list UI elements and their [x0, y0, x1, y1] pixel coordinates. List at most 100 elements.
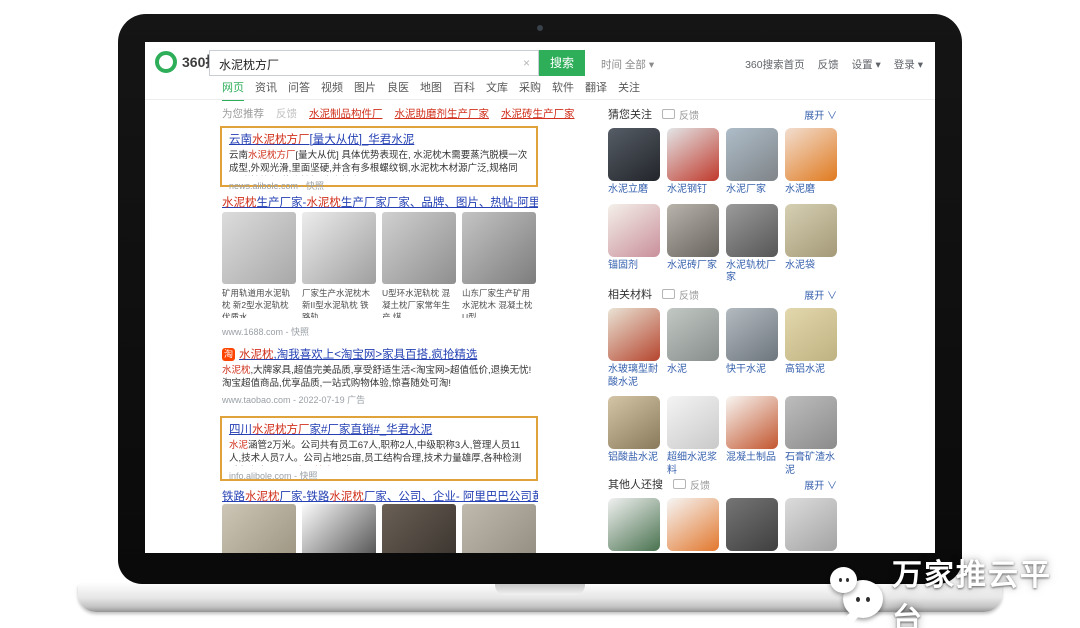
sidebar-card-label[interactable]: 铝酸盐水泥 — [608, 452, 660, 465]
result-title-link[interactable]: 淘水泥枕,淘我喜欢上<淘宝网>家具百搭,疯抢精选 — [222, 346, 538, 362]
sidebar-card-label[interactable]: 快干水泥 — [726, 364, 778, 377]
result-title-link[interactable]: 云南水泥枕方厂[量大从优]_华君水泥 — [229, 131, 529, 147]
search-tab[interactable]: 问答 — [288, 79, 310, 101]
sidebar-card[interactable]: 水泥立磨 — [608, 128, 660, 197]
header-link[interactable]: 360搜索首页 — [745, 57, 805, 72]
sidebar-card-image[interactable] — [726, 308, 778, 361]
result-title-link[interactable]: 水泥枕生产厂家-水泥枕生产厂家厂家、品牌、图片、热帖-阿里巴巴 — [222, 194, 538, 210]
sidebar-card-label[interactable]: 水玻璃型耐酸水泥 — [608, 364, 660, 389]
sidebar-card[interactable]: 水泥砖厂家 — [667, 204, 719, 285]
sidebar-card-label[interactable]: 水泥砖厂家 — [667, 260, 719, 273]
recommend-link[interactable]: 水泥制品构件厂 — [309, 106, 383, 121]
sidebar-card-label[interactable]: 水泥立磨 — [608, 184, 660, 197]
sidebar-card-label[interactable]: 混凝土制品 — [726, 452, 778, 465]
result-title-link[interactable]: 铁路水泥枕厂家-铁路水泥枕厂家、公司、企业- 阿里巴巴公司黄页 — [222, 488, 538, 504]
sidebar-card[interactable]: 混凝土制品 — [726, 396, 778, 477]
feedback-link[interactable]: 反馈 — [662, 287, 699, 302]
sidebar-card-label[interactable]: 高铝水泥 — [785, 364, 837, 377]
sidebar-card-image[interactable] — [726, 498, 778, 551]
sidebar-card-image[interactable] — [667, 498, 719, 551]
sidebar-card-label[interactable]: 水泥厂家 — [726, 184, 778, 197]
clear-search-icon[interactable]: × — [523, 56, 530, 70]
sidebar-card-image[interactable] — [667, 128, 719, 181]
header-link[interactable]: 设置 ▾ — [852, 57, 881, 72]
time-filter-dropdown[interactable]: 时间 全部 ▾ — [601, 57, 654, 72]
result-thumbnail-image[interactable] — [382, 504, 456, 553]
sidebar-card[interactable]: 高铝水泥 — [785, 308, 837, 389]
expand-link[interactable]: 展开 ∨ — [804, 107, 837, 122]
sidebar-card[interactable]: 锚固剂 — [608, 204, 660, 285]
sidebar-card-label[interactable]: 超细水泥浆料 — [667, 452, 719, 477]
sidebar-card-image[interactable] — [608, 308, 660, 361]
search-tab[interactable]: 图片 — [354, 79, 376, 101]
recommend-link[interactable]: 水泥助磨剂生产厂家 — [395, 106, 490, 121]
sidebar-card-image[interactable] — [785, 498, 837, 551]
sidebar-card[interactable]: 水泥 — [667, 308, 719, 389]
sidebar-card[interactable]: 铝酸盐水泥 — [608, 396, 660, 477]
feedback-link[interactable]: 反馈 — [673, 477, 710, 492]
sidebar-card[interactable]: 水泥钢钉 — [667, 128, 719, 197]
result-thumbnail-image[interactable] — [222, 212, 296, 284]
search-tab[interactable]: 百科 — [453, 79, 475, 101]
sidebar-card-image[interactable] — [667, 396, 719, 449]
sidebar-card[interactable] — [667, 498, 719, 551]
result-thumbnail-image[interactable] — [302, 504, 376, 553]
sidebar-card[interactable]: 水泥袋 — [785, 204, 837, 285]
expand-link[interactable]: 展开 ∨ — [804, 287, 837, 302]
sidebar-card[interactable]: 快干水泥 — [726, 308, 778, 389]
search-tab[interactable]: 软件 — [552, 79, 574, 101]
header-link[interactable]: 登录 ▾ — [894, 57, 923, 72]
sidebar-card[interactable] — [726, 498, 778, 551]
sidebar-card-label[interactable]: 水泥磨 — [785, 184, 837, 197]
sidebar-card[interactable] — [785, 498, 837, 551]
recommend-feedback-link[interactable]: 反馈 — [276, 106, 297, 121]
result-thumbnail-image[interactable] — [382, 212, 456, 284]
sidebar-card-image[interactable] — [785, 396, 837, 449]
sidebar-card-image[interactable] — [667, 204, 719, 257]
sidebar-card-image[interactable] — [667, 308, 719, 361]
sidebar-card[interactable]: 水泥磨 — [785, 128, 837, 197]
sidebar-card-image[interactable] — [726, 396, 778, 449]
recommend-link[interactable]: 水泥砖生产厂家 — [501, 106, 575, 121]
sidebar-card-image[interactable] — [785, 204, 837, 257]
sidebar-card-label[interactable]: 水泥袋 — [785, 260, 837, 273]
sidebar-card-label[interactable]: 水泥 — [667, 364, 719, 377]
header-link[interactable]: 反馈 — [818, 57, 839, 72]
search-tab[interactable]: 良医 — [387, 79, 409, 101]
sidebar-card-label[interactable]: 石膏矿渣水泥 — [785, 452, 837, 477]
result-thumbnail-image[interactable] — [462, 504, 536, 553]
result-thumbnail-image[interactable] — [462, 212, 536, 284]
result-thumbnail-image[interactable] — [222, 504, 296, 553]
sidebar-card-image[interactable] — [608, 128, 660, 181]
sidebar-card-label[interactable]: 水泥钢钉 — [667, 184, 719, 197]
sidebar-card-label[interactable]: 水泥轨枕厂家 — [726, 260, 778, 285]
result-thumbnail-image[interactable] — [302, 212, 376, 284]
sidebar-card[interactable]: 水泥轨枕厂家 — [726, 204, 778, 285]
sidebar-card-image[interactable] — [726, 204, 778, 257]
search-input[interactable]: 水泥枕方厂 × — [209, 50, 539, 76]
sidebar-card-image[interactable] — [608, 396, 660, 449]
sidebar-card-image[interactable] — [785, 128, 837, 181]
sidebar-card[interactable] — [608, 498, 660, 551]
search-tab[interactable]: 采购 — [519, 79, 541, 101]
expand-link[interactable]: 展开 ∨ — [804, 477, 837, 492]
search-tab[interactable]: 网页 — [222, 79, 244, 101]
sidebar-card-image[interactable] — [726, 128, 778, 181]
search-button[interactable]: 搜索 — [539, 50, 585, 76]
result-title-link[interactable]: 四川水泥枕方厂家#厂家直销#_华君水泥 — [229, 421, 529, 437]
search-tab[interactable]: 资讯 — [255, 79, 277, 101]
sidebar-card[interactable]: 石膏矿渣水泥 — [785, 396, 837, 477]
sidebar-card-image[interactable] — [608, 204, 660, 257]
search-tab[interactable]: 视频 — [321, 79, 343, 101]
sidebar-card-label[interactable]: 锚固剂 — [608, 260, 660, 273]
sidebar-card[interactable]: 水泥厂家 — [726, 128, 778, 197]
feedback-link[interactable]: 反馈 — [662, 107, 699, 122]
sidebar-card-image[interactable] — [785, 308, 837, 361]
search-tab[interactable]: 关注 — [618, 79, 640, 101]
search-tab[interactable]: 文库 — [486, 79, 508, 101]
sidebar-card-image[interactable] — [608, 498, 660, 551]
search-tab[interactable]: 翻译 — [585, 79, 607, 101]
search-tab[interactable]: 地图 — [420, 79, 442, 101]
sidebar-card[interactable]: 超细水泥浆料 — [667, 396, 719, 477]
sidebar-card[interactable]: 水玻璃型耐酸水泥 — [608, 308, 660, 389]
